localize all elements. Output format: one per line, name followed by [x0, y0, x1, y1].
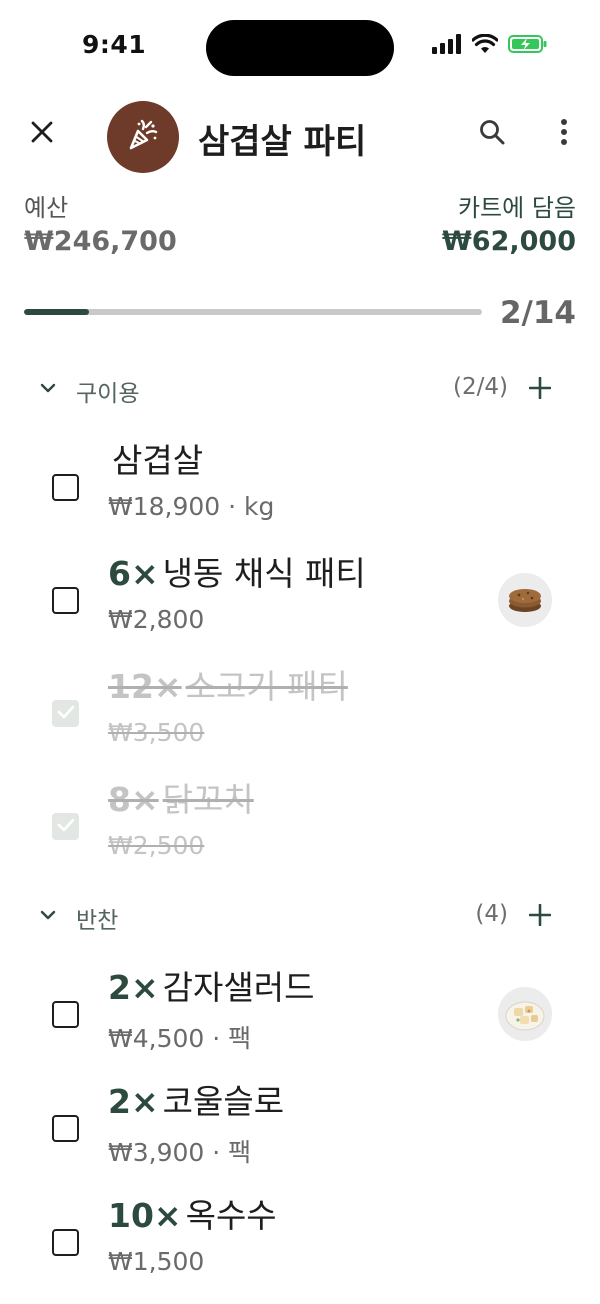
- item-checkbox[interactable]: [52, 1001, 79, 1028]
- close-icon: [30, 120, 54, 148]
- header: 삼겹살 파티: [0, 96, 600, 180]
- item-name-line: 2× 코울슬로: [108, 1075, 284, 1123]
- list-item[interactable]: 6× 냉동 채식 패티 ₩2,800: [0, 543, 600, 653]
- checkmark-icon: [57, 817, 75, 836]
- veggie-patty-image[interactable]: [498, 573, 552, 627]
- add-item-button[interactable]: [524, 370, 556, 406]
- search-button[interactable]: [472, 114, 512, 154]
- close-button[interactable]: [22, 114, 62, 154]
- search-icon: [478, 118, 506, 150]
- item-name: 감자샐러드: [162, 968, 315, 1007]
- item-name-line: 삼겹살: [108, 434, 203, 482]
- item-name-line: 10× 옥수수: [108, 1189, 277, 1237]
- checkmark-icon: [57, 704, 75, 723]
- budget-label: 예산: [24, 194, 69, 222]
- item-quantity: 6×: [108, 554, 159, 593]
- item-checkbox[interactable]: [52, 700, 79, 727]
- status-icons: [432, 33, 548, 58]
- item-price: ₩2,800: [108, 605, 205, 634]
- section-header-grilling[interactable]: 구이용 (2/4): [0, 366, 600, 414]
- list-avatar: [107, 101, 179, 173]
- section-count: (2/4): [453, 374, 508, 400]
- dynamic-island: [206, 20, 394, 76]
- status-bar: 9:41: [0, 0, 600, 96]
- item-price: ₩2,500: [108, 831, 205, 860]
- item-checkbox[interactable]: [52, 1229, 79, 1256]
- item-name: 냉동 채식 패티: [162, 554, 366, 593]
- section-count: (4): [475, 901, 508, 927]
- list-item[interactable]: 12× 소고기 패티 ₩3,500: [0, 656, 600, 766]
- progress-count: 2/14: [499, 295, 576, 331]
- item-name-line: 12× 소고기 패티: [108, 660, 348, 708]
- chevron-down-icon[interactable]: [36, 903, 60, 927]
- section-title: 반찬: [76, 908, 119, 934]
- potato-salad-image[interactable]: [498, 987, 552, 1041]
- battery-charging-icon: [508, 34, 548, 58]
- cart-total-value: ₩62,000: [442, 226, 576, 257]
- wifi-icon: [471, 33, 499, 58]
- list-item[interactable]: 2× 코울슬로 ₩3,900 · 팩: [0, 1071, 600, 1181]
- item-quantity: 2×: [108, 968, 159, 1007]
- progress-fill: [24, 309, 90, 315]
- item-name-line: 2× 감자샐러드: [108, 961, 314, 1009]
- more-options-button[interactable]: [548, 114, 580, 154]
- cart-total-label: 카트에 담음: [457, 194, 576, 222]
- party-popper-icon: [125, 117, 161, 157]
- item-quantity: 2×: [108, 1082, 159, 1121]
- item-quantity: 12×: [108, 667, 182, 706]
- section-title: 구이용: [76, 381, 140, 407]
- progress-bar: [24, 309, 482, 315]
- add-item-button[interactable]: [524, 897, 556, 933]
- page-title: 삼겹살 파티: [198, 122, 367, 162]
- item-quantity: 8×: [108, 780, 159, 819]
- budget-value: ₩246,700: [24, 226, 177, 257]
- item-price: ₩4,500 · 팩: [108, 1024, 252, 1053]
- list-item[interactable]: 삼겹살 ₩18,900 · kg: [0, 430, 600, 540]
- item-name: 삼겹살: [112, 441, 204, 480]
- item-price: ₩3,500: [108, 718, 205, 747]
- item-checkbox[interactable]: [52, 474, 79, 501]
- more-vertical-icon: [560, 118, 568, 150]
- item-name: 코울슬로: [162, 1082, 285, 1121]
- list-item[interactable]: 8× 닭꼬치 ₩2,500: [0, 769, 600, 879]
- item-name: 옥수수: [185, 1196, 277, 1235]
- item-name-line: 8× 닭꼬치: [108, 773, 254, 821]
- list-item[interactable]: 10× 옥수수 ₩1,500: [0, 1185, 600, 1295]
- status-time: 9:41: [82, 30, 147, 59]
- item-price: ₩3,900 · 팩: [108, 1138, 252, 1167]
- item-quantity: 10×: [108, 1196, 182, 1235]
- section-header-side-dishes[interactable]: 반찬 (4): [0, 893, 600, 941]
- item-price: ₩18,900 · kg: [108, 492, 275, 521]
- cellular-signal-icon: [432, 34, 462, 58]
- item-name: 소고기 패티: [185, 667, 348, 706]
- list-item[interactable]: 2× 감자샐러드 ₩4,500 · 팩: [0, 957, 600, 1067]
- item-checkbox[interactable]: [52, 813, 79, 840]
- item-checkbox[interactable]: [52, 1115, 79, 1142]
- item-name-line: 6× 냉동 채식 패티: [108, 547, 366, 595]
- item-name: 닭꼬치: [162, 780, 254, 819]
- chevron-down-icon[interactable]: [36, 376, 60, 400]
- item-price: ₩1,500: [108, 1247, 205, 1276]
- item-checkbox[interactable]: [52, 587, 79, 614]
